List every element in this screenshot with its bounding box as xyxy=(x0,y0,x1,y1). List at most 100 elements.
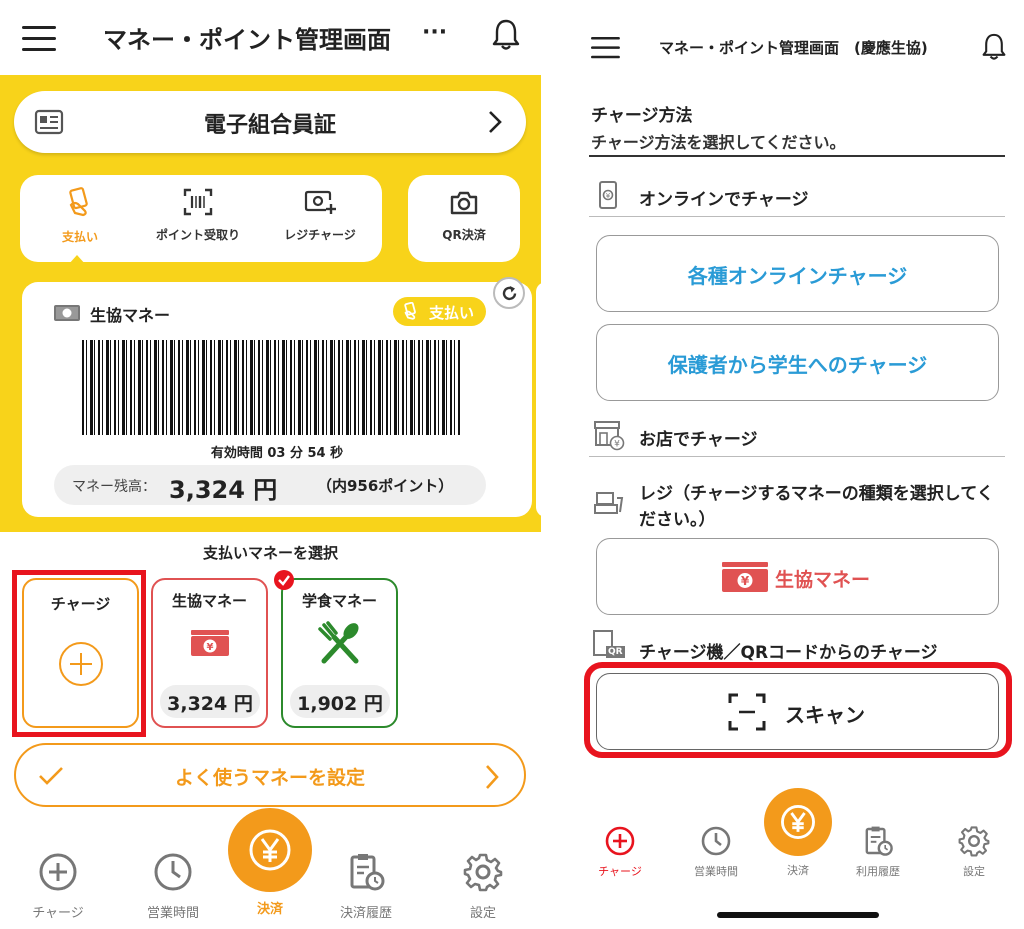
clock-icon xyxy=(154,853,192,891)
nav-usage-history-label: 利用履歴 xyxy=(856,865,900,878)
money-card-title: 生協マネー xyxy=(90,306,171,325)
svg-text:¥: ¥ xyxy=(741,574,750,588)
nav-history-label: 決済履歴 xyxy=(339,906,392,921)
right-screen: マネー・ポイント管理画面 (慶應生協) チャージ方法 チャージ方法を選択してくだ… xyxy=(581,0,1024,929)
refresh-button[interactable] xyxy=(493,277,525,309)
store-section-title: お店でチャージ xyxy=(639,430,758,450)
points-value: （内956ポイント） xyxy=(317,477,454,495)
nav-pay-label: 決済 xyxy=(787,864,809,877)
hand-card-icon xyxy=(404,302,416,320)
select-money-title: 支払いマネーを選択 xyxy=(202,544,338,562)
divider xyxy=(589,456,1005,457)
active-tab-indicator xyxy=(68,255,86,265)
balance-label: マネー残高： xyxy=(72,479,156,495)
svg-text:¥: ¥ xyxy=(614,440,620,450)
charge-method-subtitle: チャージ方法を選択してください。 xyxy=(591,133,846,152)
member-card-button[interactable]: 電子組合員証 xyxy=(14,91,526,153)
tab-register-charge[interactable]: レジチャージ xyxy=(270,178,370,262)
check-icon xyxy=(278,575,290,586)
nav-usage-history[interactable]: 利用履歴 xyxy=(848,825,908,879)
divider xyxy=(589,216,1005,217)
meal-money-tile-label: 学食マネー xyxy=(301,592,377,610)
register-coop-money-label: 生協マネー xyxy=(775,569,871,591)
gear-icon xyxy=(463,853,503,892)
home-indicator xyxy=(717,912,879,918)
chevron-right-icon xyxy=(489,111,502,133)
fork-spoon-icon xyxy=(317,621,358,664)
camera-icon xyxy=(450,191,478,215)
scan-frame-icon xyxy=(728,693,766,731)
nav-hours[interactable]: 営業時間 xyxy=(686,825,746,879)
tab-point-receive[interactable]: ポイント受取り xyxy=(148,178,248,262)
nav-charge[interactable]: チャージ xyxy=(590,825,650,879)
gear-icon xyxy=(958,826,990,857)
tab-register-label: レジチャージ xyxy=(284,228,356,242)
tab-point-label: ポイント受取り xyxy=(155,228,240,242)
more-icon[interactable]: ··· xyxy=(422,20,447,45)
favorite-money-button[interactable]: よく使うマネーを設定 xyxy=(14,743,526,807)
plus-circle-icon xyxy=(39,853,77,891)
nav-hours[interactable]: 営業時間 xyxy=(133,852,213,921)
balance-bar: マネー残高： 3,324 円 （内956ポイント） xyxy=(54,465,486,505)
smartphone-yen-icon: ¥ xyxy=(599,181,617,209)
pay-mode-label: 支払い xyxy=(429,304,475,322)
nav-pay-button[interactable] xyxy=(764,788,832,856)
charge-method-title: チャージ方法 xyxy=(591,106,693,126)
page-title: マネー・ポイント管理画面 xyxy=(103,26,391,54)
charge-machine-qr-icon: QR xyxy=(593,630,625,662)
charge-tile-label: チャージ xyxy=(50,595,111,613)
yen-bills-icon: ¥ xyxy=(190,630,229,656)
bell-icon[interactable] xyxy=(981,32,1007,62)
favorite-money-label: よく使うマネーを設定 xyxy=(174,767,365,789)
nav-pay-button[interactable] xyxy=(228,808,312,892)
coop-money-tile[interactable]: 生協マネー ¥ 3,324 円 xyxy=(151,578,268,728)
page-title: マネー・ポイント管理画面 (慶應生協) xyxy=(659,39,928,57)
online-charge-button[interactable]: 各種オンラインチャージ xyxy=(596,235,999,312)
menu-icon[interactable] xyxy=(591,37,620,65)
meal-money-amount: 1,902 円 xyxy=(290,685,390,718)
qr-badge-label: QR xyxy=(606,646,625,658)
pay-mode-badge: 支払い xyxy=(393,297,486,326)
menu-icon[interactable] xyxy=(22,26,56,59)
yen-icon xyxy=(781,805,815,839)
tab-qr-pay[interactable]: QR決済 xyxy=(408,175,520,262)
nav-settings-label: 設定 xyxy=(469,906,496,921)
divider xyxy=(589,155,1005,157)
meal-money-tile[interactable]: 学食マネー 1,902 円 xyxy=(281,578,398,728)
tab-pay[interactable]: 支払い xyxy=(30,178,130,262)
svg-text:¥: ¥ xyxy=(606,192,611,200)
machine-section-title: チャージ機／QRコードからのチャージ xyxy=(639,643,938,663)
scan-label: スキャン xyxy=(785,703,865,727)
nav-settings[interactable]: 設定 xyxy=(443,852,523,921)
next-card-peek xyxy=(536,282,541,517)
yen-icon xyxy=(249,829,291,871)
register-coop-money-button[interactable]: ¥ 生協マネー xyxy=(596,538,999,615)
charge-tile[interactable]: チャージ xyxy=(22,578,139,728)
selected-check-badge xyxy=(274,570,294,590)
chevron-right-icon xyxy=(486,765,499,789)
nav-hours-label: 営業時間 xyxy=(146,906,199,921)
nav-charge[interactable]: チャージ xyxy=(18,852,98,921)
plus-circle-icon xyxy=(605,826,635,856)
nav-pay-label: 決済 xyxy=(256,902,283,917)
nav-hours-label: 営業時間 xyxy=(694,865,738,878)
nav-settings[interactable]: 設定 xyxy=(944,825,1004,879)
balance-value: 3,324 円 xyxy=(169,476,278,504)
coop-money-amount: 3,324 円 xyxy=(160,685,260,718)
member-card-label: 電子組合員証 xyxy=(203,113,336,138)
cash-plus-icon xyxy=(304,190,336,214)
bell-icon[interactable] xyxy=(491,18,521,52)
scan-button[interactable]: スキャン xyxy=(596,673,999,750)
nav-history[interactable]: 決済履歴 xyxy=(326,852,406,921)
history-clipboard-icon xyxy=(865,826,893,856)
plus-circle-icon xyxy=(58,642,103,686)
register-section-title: レジ（チャージするマネーの種類を選択してください。） xyxy=(639,484,994,530)
yen-bills-icon: ¥ xyxy=(722,562,768,592)
parent-to-student-charge-button[interactable]: 保護者から学生へのチャージ xyxy=(596,324,999,401)
barcode-scan-icon xyxy=(183,188,213,216)
nav-charge-label: チャージ xyxy=(32,906,84,921)
refresh-icon xyxy=(502,286,517,301)
tab-pay-label: 支払い xyxy=(61,230,98,244)
history-clipboard-icon xyxy=(350,854,385,891)
coop-money-tile-label: 生協マネー xyxy=(171,592,247,610)
